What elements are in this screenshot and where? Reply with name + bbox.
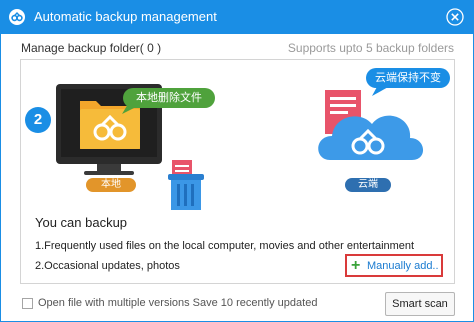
cloud-keep-bubble: 云端保持不变 [366, 68, 450, 88]
cloud-tag: 云端 [345, 178, 391, 192]
plus-icon: + [351, 257, 361, 274]
backup-heading: You can backup [35, 215, 128, 230]
smart-scan-button[interactable]: Smart scan [385, 292, 455, 316]
versions-checkbox-label[interactable]: Open file with multiple versions Save 10… [38, 297, 317, 310]
backup-item-2: 2.Occasional updates, photos [35, 260, 180, 272]
backup-item-1: 1.Frequently used files on the local com… [35, 240, 415, 252]
versions-checkbox[interactable] [22, 298, 33, 309]
manually-add-button[interactable]: + Manually add.. [345, 254, 443, 277]
step-number-badge: 2 [25, 107, 51, 133]
local-tag: 本地 [86, 178, 136, 192]
manually-add-label: Manually add.. [367, 260, 439, 272]
trash-icon [168, 174, 204, 210]
local-delete-bubble: 本地删除文件 [123, 88, 215, 108]
